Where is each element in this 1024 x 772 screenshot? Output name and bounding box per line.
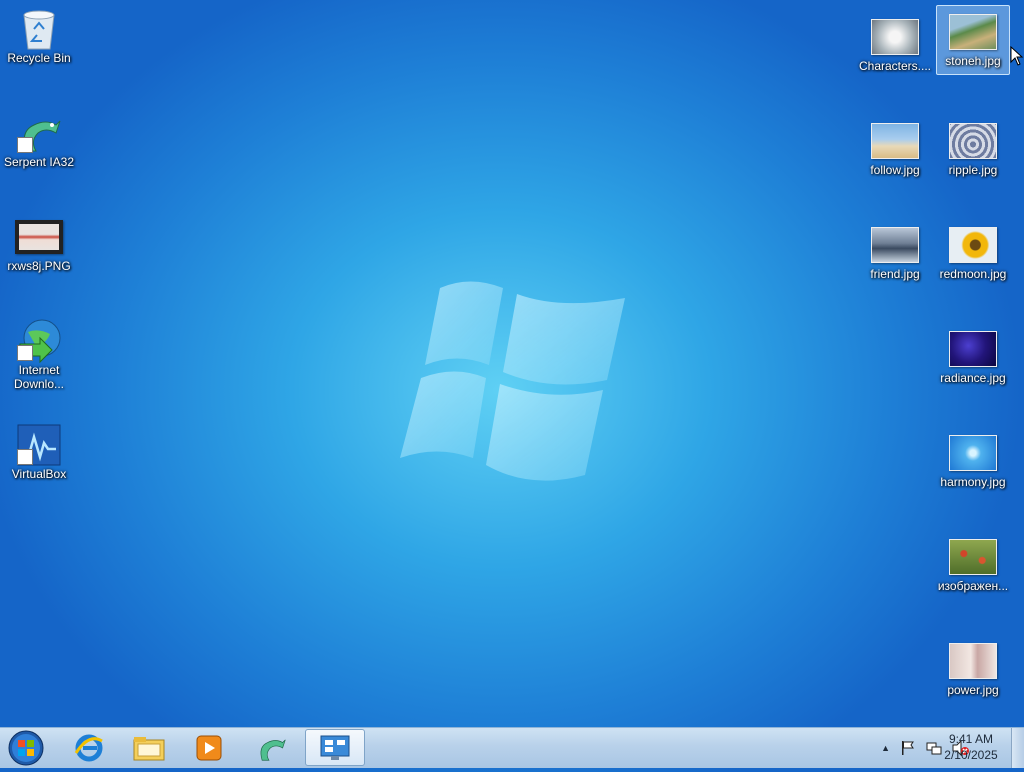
desktop-icon-label: изображен... (937, 579, 1009, 593)
desktop-icon-label: radiance.jpg (940, 371, 1006, 385)
desktop-icon-label: friend.jpg (870, 267, 920, 281)
image-file-icon (949, 433, 997, 473)
desktop-icon-radiance-jpg[interactable]: radiance.jpg (936, 322, 1010, 418)
desktop-icon-follow-jpg[interactable]: follow.jpg (858, 114, 932, 210)
desktop-icon-label: stoneh.jpg (945, 54, 1001, 68)
desktop-icon-ripple-jpg[interactable]: ripple.jpg (936, 114, 1010, 210)
shortcut-arrow-icon (17, 345, 33, 361)
desktop-icon-internet-download-manager[interactable]: Internet Downlo... (2, 314, 76, 410)
show-desktop-button[interactable] (1011, 728, 1024, 768)
recycle-bin-icon (15, 9, 63, 50)
image-file-icon (949, 12, 997, 52)
clock-time: 9:41 AM (948, 732, 994, 746)
internet-download-manager-icon (15, 319, 63, 364)
desktop-icon-power-jpg[interactable]: power.jpg (936, 634, 1010, 730)
serpent-icon (15, 113, 63, 153)
clock-date: 2/10/2025 (944, 748, 998, 762)
control-panel-icon (320, 735, 350, 760)
taskbar: ▲ 9:41 AM 2/10/2025 (0, 727, 1024, 768)
show-hidden-icons-icon[interactable]: ▲ (881, 743, 890, 753)
taskbar-internet-explorer[interactable] (60, 729, 118, 766)
desktop-icon-label: power.jpg (947, 683, 999, 697)
image-file-icon (949, 537, 997, 577)
desktop-icon-characters[interactable]: Characters.... (858, 10, 932, 106)
windows-logo-watermark (400, 281, 625, 481)
system-clock[interactable]: 9:41 AM 2/10/2025 (936, 731, 1006, 763)
image-file-icon (949, 121, 997, 161)
desktop-icon-izobrazhen[interactable]: изображен... (936, 530, 1010, 626)
shortcut-arrow-icon (17, 449, 33, 465)
shortcut-arrow-icon (17, 137, 33, 153)
desktop-icon-serpent-ia32[interactable]: Serpent IA32 (2, 106, 76, 202)
taskbar-media-player[interactable] (180, 729, 238, 766)
taskbar-file-explorer[interactable] (120, 729, 178, 766)
png-file-icon (15, 217, 63, 257)
taskbar-control-panel[interactable] (305, 729, 365, 766)
desktop-icon-label: Characters.... (858, 59, 932, 73)
media-player-icon (196, 735, 222, 760)
image-file-icon (949, 225, 997, 265)
image-file-icon (949, 329, 997, 369)
desktop-icon-label: harmony.jpg (940, 475, 1006, 489)
virtualbox-icon (15, 424, 63, 466)
desktop-icon-label: ripple.jpg (948, 163, 998, 177)
desktop-icon-label: follow.jpg (870, 163, 920, 177)
action-center-flag-icon[interactable] (900, 740, 916, 756)
mouse-cursor-icon (1010, 46, 1024, 66)
desktop-icon-label: redmoon.jpg (939, 267, 1007, 281)
desktop-icon-virtualbox[interactable]: VirtualBox (2, 418, 76, 514)
desktop-icon-label: Internet Downlo... (13, 363, 65, 391)
desktop-icon-stoneh-jpg[interactable]: stoneh.jpg (936, 5, 1010, 75)
start-button[interactable] (6, 729, 46, 767)
serpent-icon (260, 739, 286, 761)
desktop-icon-rxws8j-png[interactable]: rxws8j.PNG (2, 210, 76, 306)
taskbar-serpent[interactable] (242, 729, 300, 766)
desktop-icon-label: VirtualBox (11, 467, 67, 481)
desktop-icon-redmoon-jpg[interactable]: redmoon.jpg (936, 218, 1010, 314)
desktop-icon-label: rxws8j.PNG (7, 259, 71, 273)
desktop-icon-harmony-jpg[interactable]: harmony.jpg (936, 426, 1010, 522)
start-orb-icon (8, 730, 44, 766)
image-file-icon (871, 225, 919, 265)
desktop-icon-label: Recycle Bin (7, 51, 71, 65)
internet-explorer-icon (74, 734, 103, 761)
image-file-icon (949, 641, 997, 681)
file-explorer-icon (133, 736, 165, 760)
desktop-icon-friend-jpg[interactable]: friend.jpg (858, 218, 932, 314)
desktop-icon-label: Serpent IA32 (3, 155, 75, 169)
image-file-icon (871, 17, 919, 57)
image-file-icon (871, 121, 919, 161)
desktop-icon-recycle-bin[interactable]: Recycle Bin (2, 2, 76, 98)
